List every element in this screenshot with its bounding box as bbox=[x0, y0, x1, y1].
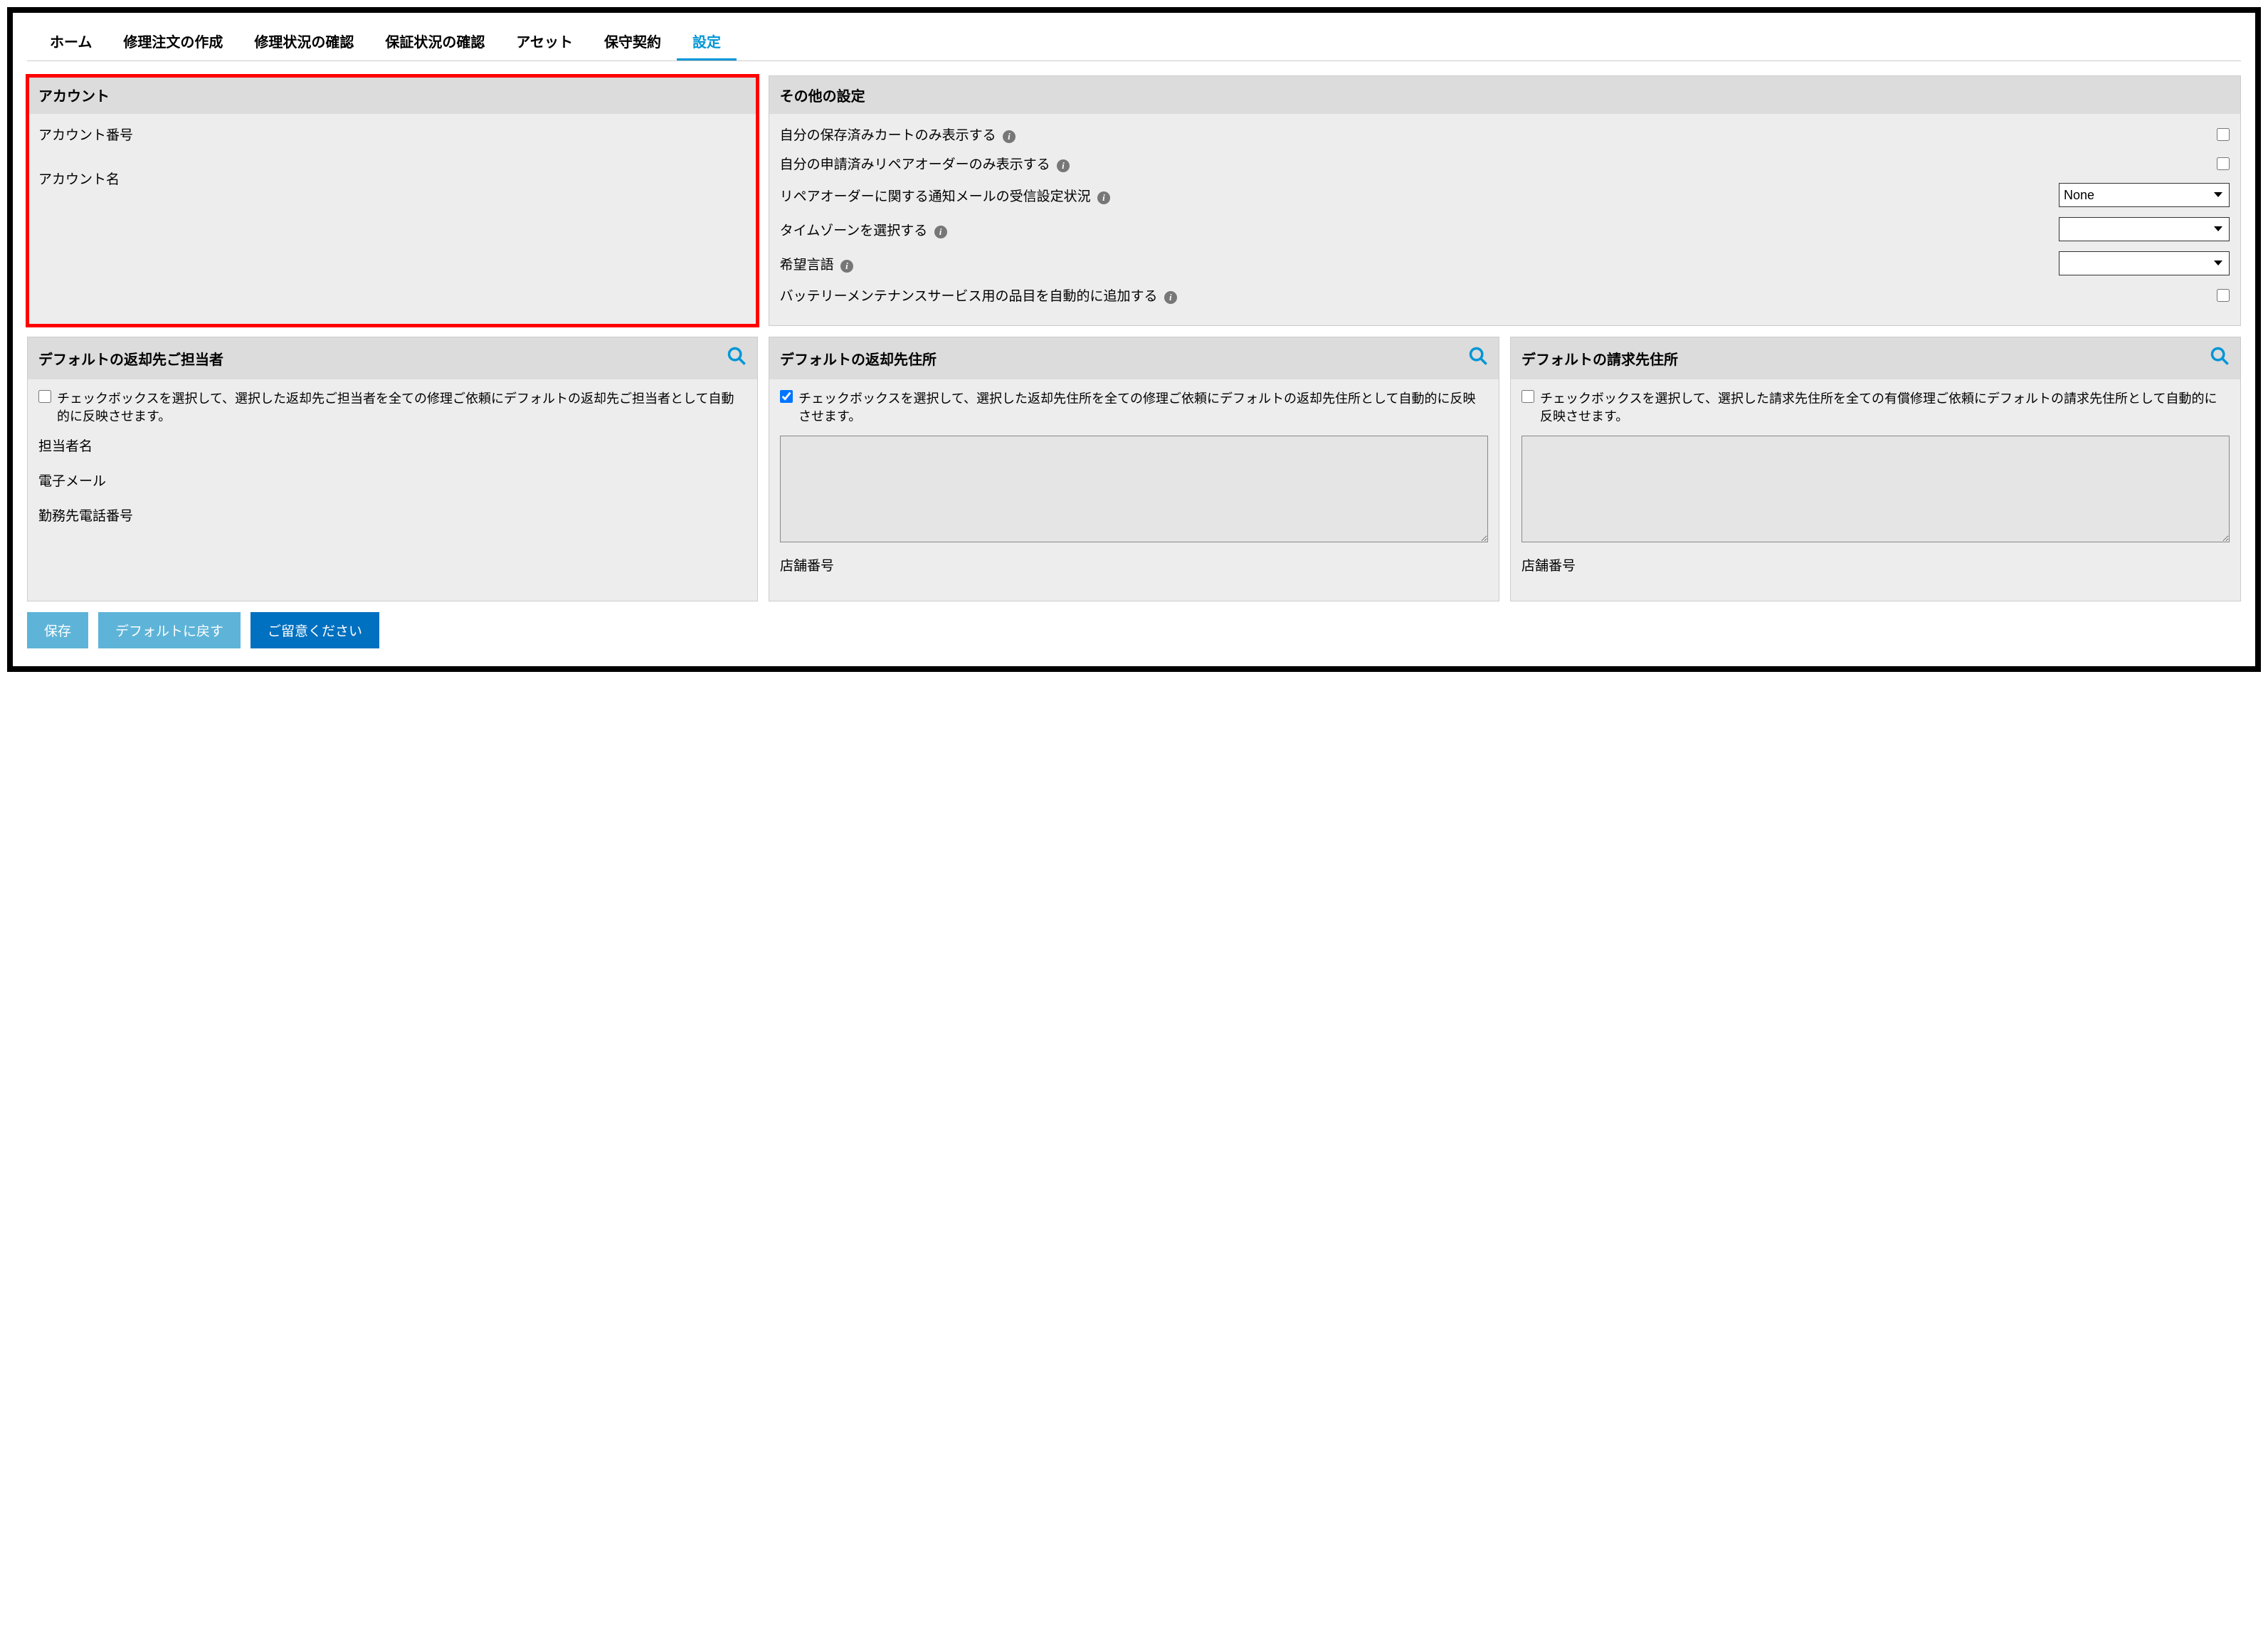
timezone-label: タイムゾーンを選択する i bbox=[780, 220, 2052, 239]
other-settings-header: その他の設定 bbox=[769, 76, 2240, 114]
search-icon[interactable] bbox=[1468, 346, 1488, 371]
return-address-checkbox-text: チェックボックスを選択して、選択した返却先住所を全ての修理ご依頼にデフォルトの返… bbox=[798, 390, 1488, 426]
return-address-header: デフォルトの返却先住所 bbox=[780, 348, 937, 369]
return-address-panel: デフォルトの返却先住所 チェックボックスを選択して、選択した返却先住所を全ての修… bbox=[769, 337, 1499, 601]
tab-service-contracts[interactable]: 保守契約 bbox=[589, 23, 677, 60]
battery-auto-add-label: バッテリーメンテナンスサービス用の品目を自動的に追加する i bbox=[780, 285, 2210, 305]
return-contact-panel: デフォルトの返却先ご担当者 チェックボックスを選択して、選択した返却先ご担当者を… bbox=[27, 337, 758, 601]
action-buttons: 保存 デフォルトに戻す ご留意ください bbox=[27, 612, 2241, 648]
tab-repair-status[interactable]: 修理状況の確認 bbox=[238, 23, 369, 60]
nav-tabs: ホーム 修理注文の作成 修理状況の確認 保証状況の確認 アセット 保守契約 設定 bbox=[27, 23, 2241, 61]
search-icon[interactable] bbox=[2210, 346, 2230, 371]
show-own-repair-orders-checkbox[interactable] bbox=[2217, 157, 2230, 170]
language-label: 希望言語 i bbox=[780, 254, 2052, 273]
contact-email-label: 電子メール bbox=[38, 470, 747, 490]
battery-auto-add-checkbox[interactable] bbox=[2217, 289, 2230, 302]
account-name-label: アカウント名 bbox=[38, 169, 747, 188]
account-panel-header: アカウント bbox=[28, 76, 757, 114]
billing-address-default-checkbox[interactable] bbox=[1521, 390, 1534, 403]
show-own-repair-orders-label: 自分の申請済みリペアオーダーのみ表示する i bbox=[780, 154, 2210, 173]
return-address-default-checkbox[interactable] bbox=[780, 390, 793, 403]
info-icon[interactable]: i bbox=[1164, 291, 1177, 304]
account-panel: アカウント アカウント番号 アカウント名 bbox=[27, 75, 758, 326]
repair-order-notify-select[interactable]: None bbox=[2059, 183, 2230, 207]
billing-address-panel: デフォルトの請求先住所 チェックボックスを選択して、選択した請求先住所を全ての有… bbox=[1510, 337, 2241, 601]
app-frame: ホーム 修理注文の作成 修理状況の確認 保証状況の確認 アセット 保守契約 設定… bbox=[7, 7, 2261, 672]
note-button[interactable]: ご留意ください bbox=[250, 612, 379, 648]
info-icon[interactable]: i bbox=[840, 260, 853, 273]
return-contact-header: デフォルトの返却先ご担当者 bbox=[38, 348, 223, 369]
tab-home[interactable]: ホーム bbox=[34, 23, 107, 60]
billing-store-label: 店舗番号 bbox=[1521, 555, 2230, 574]
return-contact-default-checkbox[interactable] bbox=[38, 390, 51, 403]
contact-name-label: 担当者名 bbox=[38, 436, 747, 455]
repair-order-notify-label: リペアオーダーに関する通知メールの受信設定状況 i bbox=[780, 186, 2052, 205]
language-select[interactable] bbox=[2059, 251, 2230, 275]
account-number-label: アカウント番号 bbox=[38, 125, 747, 144]
search-icon[interactable] bbox=[727, 346, 747, 371]
info-icon[interactable]: i bbox=[934, 226, 947, 238]
show-own-carts-label: 自分の保存済みカートのみ表示する i bbox=[780, 125, 2210, 144]
tab-create-repair-order[interactable]: 修理注文の作成 bbox=[107, 23, 238, 60]
billing-address-textarea[interactable] bbox=[1521, 436, 2230, 542]
tab-assets[interactable]: アセット bbox=[500, 23, 589, 60]
billing-address-header: デフォルトの請求先住所 bbox=[1521, 348, 1678, 369]
return-store-label: 店舗番号 bbox=[780, 555, 1488, 574]
save-button[interactable]: 保存 bbox=[27, 612, 88, 648]
info-icon[interactable]: i bbox=[1097, 191, 1110, 204]
contact-phone-label: 勤務先電話番号 bbox=[38, 505, 747, 525]
show-own-carts-checkbox[interactable] bbox=[2217, 128, 2230, 141]
timezone-select[interactable] bbox=[2059, 217, 2230, 241]
tab-warranty-status[interactable]: 保証状況の確認 bbox=[369, 23, 500, 60]
info-icon[interactable]: i bbox=[1057, 159, 1070, 172]
billing-address-checkbox-text: チェックボックスを選択して、選択した請求先住所を全ての有償修理ご依頼にデフォルト… bbox=[1540, 390, 2230, 426]
other-settings-panel: その他の設定 自分の保存済みカートのみ表示する i 自分の申請済みリペアオーダー… bbox=[769, 75, 2241, 326]
return-contact-checkbox-text: チェックボックスを選択して、選択した返却先ご担当者を全ての修理ご依頼にデフォルト… bbox=[57, 390, 747, 426]
tab-settings[interactable]: 設定 bbox=[677, 23, 737, 60]
reset-button[interactable]: デフォルトに戻す bbox=[98, 612, 241, 648]
info-icon[interactable]: i bbox=[1003, 130, 1016, 143]
return-address-textarea[interactable] bbox=[780, 436, 1488, 542]
